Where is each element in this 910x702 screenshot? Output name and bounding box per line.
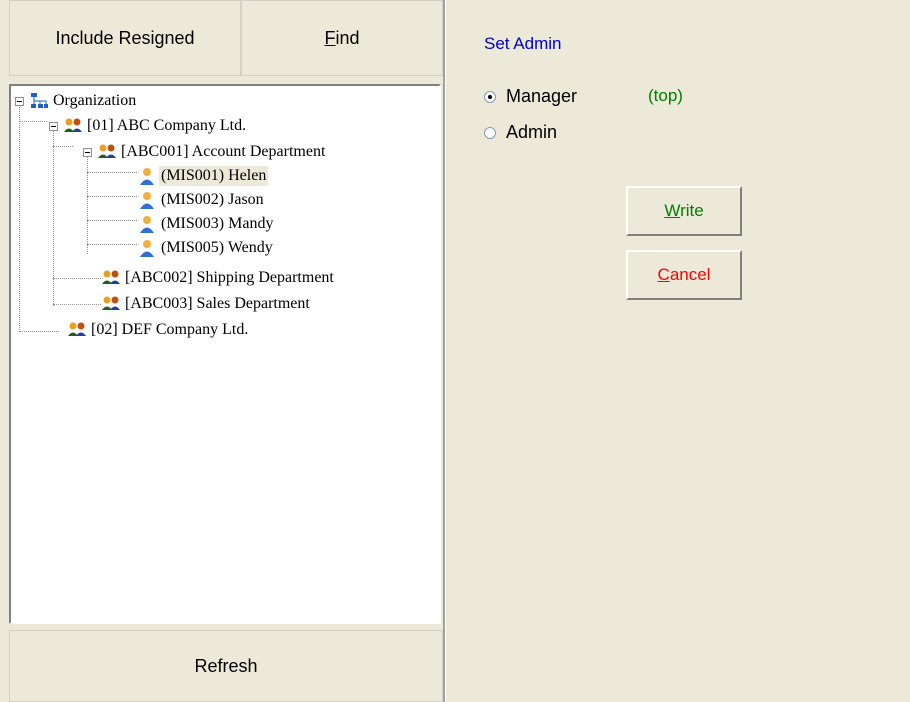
- tree-node-department-abc001[interactable]: [ABC001] Account Department: [119, 142, 327, 162]
- cancel-button[interactable]: Cancel: [626, 250, 742, 300]
- admin-radio-label[interactable]: Admin: [506, 122, 557, 143]
- user-icon: [140, 192, 154, 209]
- department-icon: [102, 296, 120, 310]
- company-icon: [64, 118, 82, 132]
- cancel-label: Cancel: [657, 265, 711, 284]
- refresh-button[interactable]: Refresh: [9, 630, 443, 702]
- company-icon: [68, 322, 86, 336]
- expand-company-abc-toggle[interactable]: [49, 122, 58, 131]
- top-note: (top): [648, 86, 683, 105]
- find-label: Find: [324, 27, 360, 48]
- expand-organization-toggle[interactable]: [15, 97, 24, 106]
- panel-divider[interactable]: [443, 0, 446, 702]
- manager-radio-option[interactable]: Manager: [484, 86, 577, 107]
- department-icon: [102, 270, 120, 284]
- write-button[interactable]: Write: [626, 186, 742, 236]
- user-icon: [140, 216, 154, 233]
- tree-node-member-mis005[interactable]: (MIS005) Wendy: [159, 238, 275, 258]
- tree-node-company-def[interactable]: [02] DEF Company Ltd.: [89, 320, 250, 340]
- tree-node-department-abc003[interactable]: [ABC003] Sales Department: [123, 294, 312, 314]
- tree-node-department-abc002[interactable]: [ABC002] Shipping Department: [123, 268, 336, 288]
- include-resigned-label: Include Resigned: [55, 27, 195, 48]
- user-icon: [140, 168, 154, 185]
- refresh-label: Refresh: [194, 655, 258, 676]
- org-chart-icon: [31, 93, 48, 108]
- tree-node-organization[interactable]: Organization: [51, 91, 138, 111]
- admin-radio[interactable]: [484, 126, 496, 139]
- manager-radio-label[interactable]: Manager: [506, 86, 577, 107]
- manager-radio[interactable]: [484, 90, 496, 103]
- include-resigned-button[interactable]: Include Resigned: [9, 0, 241, 76]
- organization-tree[interactable]: Organization [01] ABC Company Ltd. [ABC0…: [9, 84, 441, 624]
- department-icon: [98, 144, 116, 158]
- admin-radio-option[interactable]: Admin: [484, 122, 557, 143]
- tree-node-company-abc[interactable]: [01] ABC Company Ltd.: [85, 116, 248, 136]
- user-icon: [140, 240, 154, 257]
- tree-node-member-mis001[interactable]: (MIS001) Helen: [159, 166, 269, 186]
- tree-node-member-mis003[interactable]: (MIS003) Mandy: [159, 214, 275, 234]
- tree-node-member-mis002[interactable]: (MIS002) Jason: [159, 190, 266, 210]
- write-label: Write: [664, 201, 704, 220]
- set-admin-title: Set Admin: [484, 34, 562, 53]
- organization-panel: Include Resigned Find Organization [01] …: [9, 0, 445, 702]
- expand-department-abc001-toggle[interactable]: [83, 148, 92, 157]
- find-button[interactable]: Find: [241, 0, 443, 76]
